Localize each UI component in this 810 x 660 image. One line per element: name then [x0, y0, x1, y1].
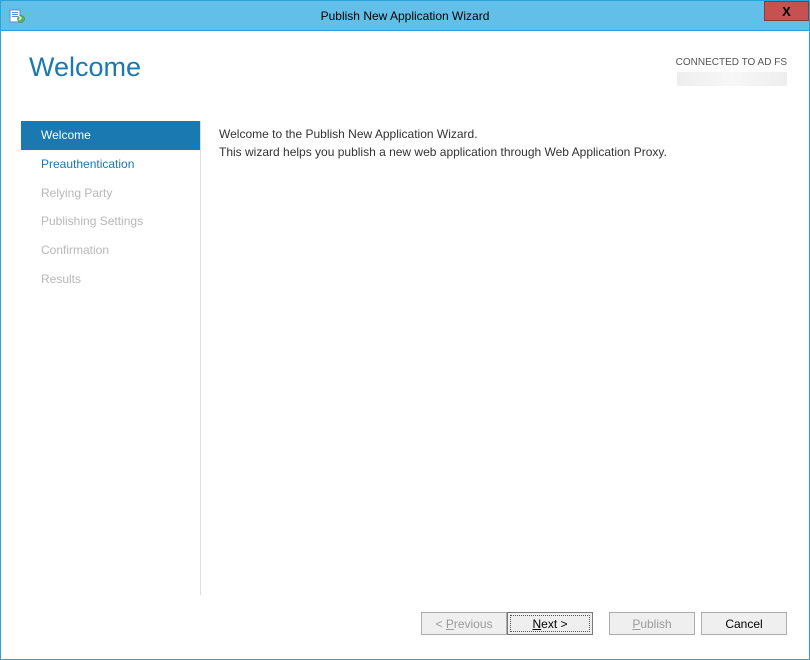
titlebar: Publish New Application Wizard X — [1, 1, 809, 31]
publish-button: Publish — [609, 612, 695, 635]
header-row: Welcome CONNECTED TO AD FS — [29, 53, 787, 86]
page-title: Welcome — [29, 53, 141, 83]
step-publishing-settings: Publishing Settings — [21, 207, 200, 236]
content-area: Welcome CONNECTED TO AD FS Welcome Preau… — [9, 31, 801, 651]
step-welcome[interactable]: Welcome — [21, 121, 200, 150]
step-relying-party: Relying Party — [21, 179, 200, 208]
window-title: Publish New Application Wizard — [1, 9, 809, 23]
nav-buttons: < Previous Next > — [421, 612, 593, 635]
window-chrome: Welcome CONNECTED TO AD FS Welcome Preau… — [9, 31, 801, 651]
app-icon — [9, 8, 25, 24]
next-button[interactable]: Next > — [507, 612, 593, 635]
step-preauthentication[interactable]: Preauthentication — [21, 150, 200, 179]
wizard-window: Publish New Application Wizard X Welcome… — [0, 0, 810, 660]
step-confirmation: Confirmation — [21, 236, 200, 265]
steps-sidebar: Welcome Preauthentication Relying Party … — [21, 121, 201, 595]
cancel-button[interactable]: Cancel — [701, 612, 787, 635]
welcome-line-2: This wizard helps you publish a new web … — [219, 143, 779, 161]
button-bar: < Previous Next > Publish Cancel — [421, 612, 787, 635]
connection-status: CONNECTED TO AD FS — [676, 57, 787, 86]
close-button[interactable]: X — [764, 1, 809, 21]
main-pane: Welcome to the Publish New Application W… — [201, 121, 787, 595]
body-wrap: Welcome Preauthentication Relying Party … — [21, 121, 787, 595]
welcome-line-1: Welcome to the Publish New Application W… — [219, 125, 779, 143]
step-results: Results — [21, 265, 200, 294]
connection-server-placeholder — [677, 72, 787, 86]
previous-button: < Previous — [421, 612, 507, 635]
close-icon: X — [782, 4, 791, 19]
connection-label: CONNECTED TO AD FS — [676, 57, 787, 68]
